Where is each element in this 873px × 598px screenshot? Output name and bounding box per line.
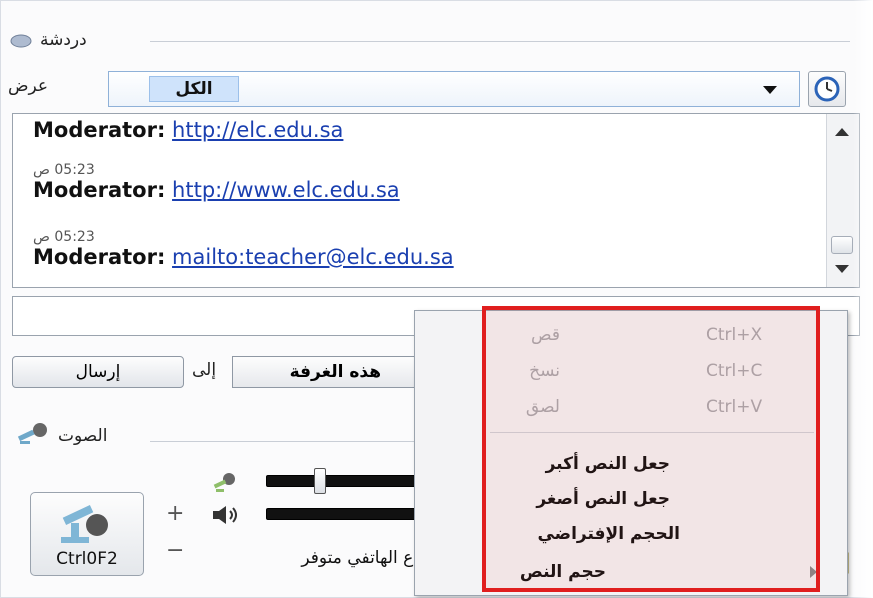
mic-volume-slider[interactable]: [266, 475, 418, 487]
chevron-down-icon: [763, 86, 777, 94]
chat-section-title: دردشة: [40, 30, 87, 50]
message-sender: Moderator:: [33, 178, 166, 202]
send-button[interactable]: إرسال: [12, 356, 184, 388]
chat-message: Moderator: mailto:teacher@elc.edu.sa: [33, 245, 454, 269]
scroll-down-icon[interactable]: [835, 265, 849, 273]
microphone-icon: [213, 473, 235, 492]
message-link[interactable]: http://www.elc.edu.sa: [172, 178, 400, 202]
chat-log[interactable]: Moderator: http://elc.edu.sa 05:23 ص Mod…: [12, 113, 860, 288]
chat-bubble-icon: [10, 34, 32, 48]
message-time: 05:23 ص: [33, 229, 95, 245]
microphone-icon: [17, 423, 47, 444]
audio-section-title: الصوت: [58, 426, 108, 446]
message-link[interactable]: mailto:teacher@elc.edu.sa: [172, 245, 454, 269]
volume-down-button[interactable]: −: [166, 538, 184, 563]
timestamp-toggle-button[interactable]: [808, 71, 846, 107]
talk-button-label: Ctrl0F2: [56, 549, 118, 569]
message-sender: Moderator:: [33, 245, 166, 269]
volume-up-button[interactable]: +: [166, 501, 184, 526]
chat-message: Moderator: http://elc.edu.sa: [33, 118, 343, 142]
talk-button[interactable]: Ctrl0F2: [30, 492, 144, 576]
message-link[interactable]: http://elc.edu.sa: [172, 118, 343, 142]
message-time: 05:23 ص: [33, 162, 95, 178]
microphone-icon: [61, 505, 108, 543]
filter-selected-value: الكل: [149, 76, 239, 102]
message-sender: Moderator:: [33, 118, 166, 142]
scroll-up-icon[interactable]: [835, 128, 849, 136]
speaker-volume-slider[interactable]: [266, 508, 418, 520]
chat-message: Moderator: http://www.elc.edu.sa: [33, 178, 400, 202]
annotation-highlight-box: [482, 306, 820, 592]
to-label: إلى: [192, 360, 217, 380]
edge-fade: [853, 0, 873, 598]
scroll-thumb[interactable]: [831, 236, 853, 254]
section-divider: [150, 441, 440, 442]
recipient-dropdown[interactable]: هذه الغرفة: [232, 356, 422, 388]
speaker-icon: [213, 506, 237, 524]
mic-volume-slider-knob[interactable]: [314, 468, 326, 494]
show-label: عرض: [8, 76, 49, 96]
clock-icon: [814, 76, 840, 102]
section-divider: [150, 41, 850, 42]
chat-filter-dropdown[interactable]: الكل: [108, 71, 800, 107]
phone-status-text: اع الهاتفي متوفر: [301, 548, 418, 568]
